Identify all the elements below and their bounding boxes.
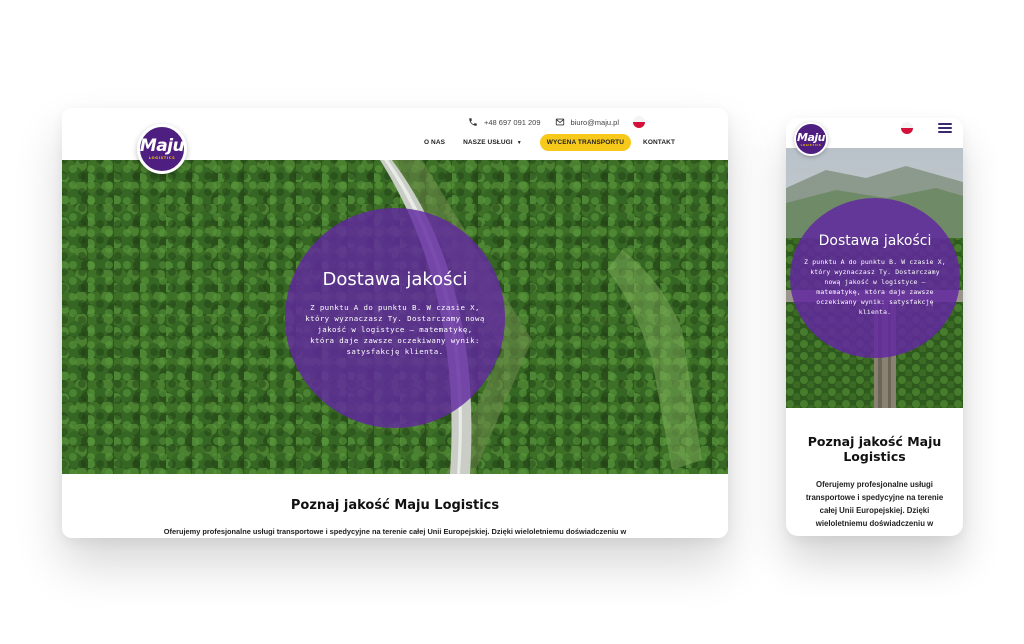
hero-title: Dostawa jakości [322, 269, 468, 290]
email-link[interactable]: biuro@maju.pl [571, 118, 619, 127]
mobile-mockup: Maju LOGISTICS Dostawa jakości Z punktu … [786, 118, 963, 536]
hero-banner: Dostawa jakości Z punktu A do punktu B. … [62, 160, 728, 474]
logo-wordmark: Maju [139, 136, 185, 156]
desktop-mockup: +48 697 091 209 biuro@maju.pl O NAS NASZ… [62, 108, 728, 538]
about-section: Poznaj jakość Maju Logistics Oferujemy p… [62, 474, 728, 538]
hero-description: Z punktu A do punktu B. W czasie X, któr… [305, 303, 485, 356]
nav-item-kontakt[interactable]: KONTAKT [643, 139, 675, 146]
caret-down-icon: ▼ [516, 139, 522, 146]
quote-cta-button[interactable]: WYCENA TRANSPORTU [539, 134, 632, 151]
hamburger-menu-icon[interactable] [938, 123, 952, 133]
logo-subtitle: LOGISTICS [148, 156, 176, 160]
site-logo[interactable]: Maju LOGISTICS [137, 124, 187, 174]
mobile-section-text: Oferujemy profesjonalne usługi transport… [805, 480, 944, 528]
polish-flag-icon[interactable] [901, 122, 913, 134]
nav-item-label: NASZE USŁUGI [463, 139, 513, 146]
logo-subtitle: LOGISTICS [800, 143, 822, 147]
mobile-hero-banner: Dostawa jakości Z punktu A do punktu B. … [786, 148, 963, 408]
contact-bar: +48 697 091 209 biuro@maju.pl [468, 116, 645, 128]
polish-flag-icon[interactable] [632, 116, 645, 128]
phone-icon [469, 118, 477, 126]
mobile-hero-description: Z punktu A do punktu B. W czasie X, któr… [804, 258, 946, 316]
nav-item-o-nas[interactable]: O NAS [424, 139, 445, 146]
section-text: Oferujemy profesjonalne usługi transport… [163, 527, 627, 536]
phone-number-link[interactable]: +48 697 091 209 [484, 118, 541, 127]
mobile-about-section: Poznaj jakość Maju Logistics Oferujemy p… [786, 408, 963, 536]
mobile-hero-title: Dostawa jakości [818, 233, 932, 249]
mobile-site-logo[interactable]: Maju LOGISTICS [794, 122, 828, 156]
mobile-section-title: Poznaj jakość Maju Logistics [807, 434, 942, 464]
section-title: Poznaj jakość Maju Logistics [290, 498, 500, 513]
envelope-icon [555, 118, 564, 126]
mobile-hero-overlay-circle: Dostawa jakości Z punktu A do punktu B. … [790, 198, 960, 358]
hero-overlay-circle: Dostawa jakości Z punktu A do punktu B. … [285, 208, 505, 428]
logo-wordmark: Maju [797, 130, 825, 144]
nav-item-nasze-uslugi[interactable]: NASZE USŁUGI ▼ [463, 139, 522, 146]
main-nav: O NAS NASZE USŁUGI ▼ WYCENA TRANSPORTU K… [424, 134, 693, 151]
